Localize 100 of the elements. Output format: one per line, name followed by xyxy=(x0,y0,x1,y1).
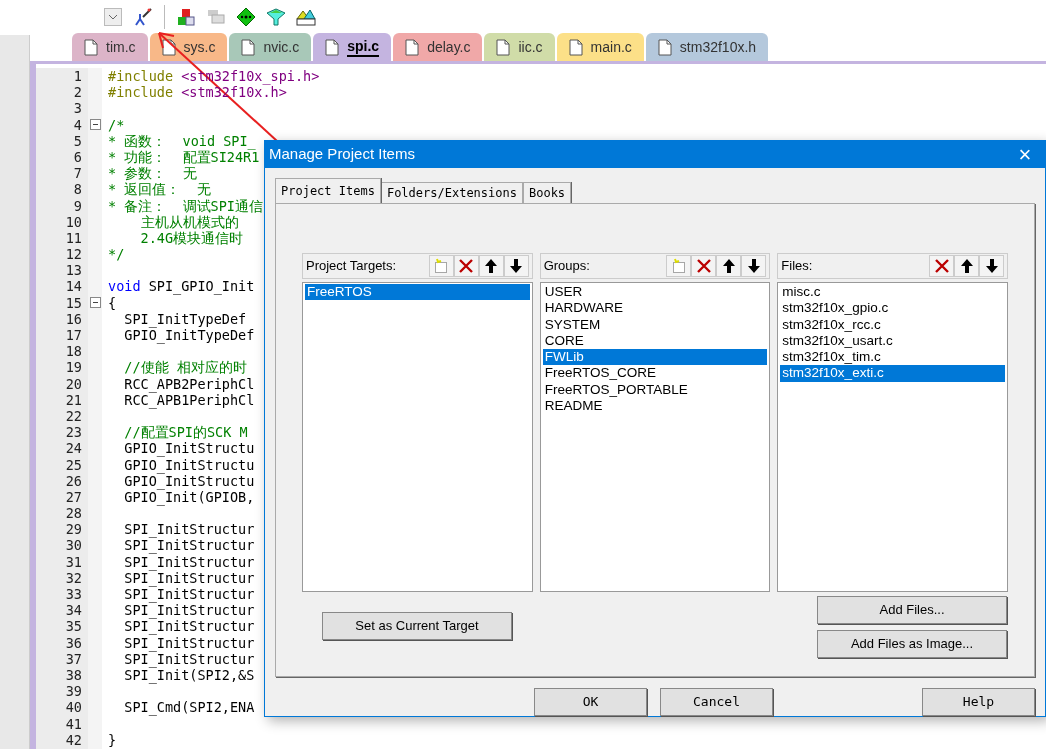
document-icon xyxy=(241,38,256,56)
delete-icon xyxy=(695,258,712,274)
dialog-tab[interactable]: Folders/Extensions xyxy=(380,182,523,203)
line-number: 9 xyxy=(73,197,82,214)
line-number: 12 xyxy=(65,246,82,263)
list-item[interactable]: stm32f10x_exti.c xyxy=(780,365,1005,382)
line-number: 24 xyxy=(65,440,82,457)
window-title: Manage Project Items xyxy=(269,144,416,165)
code-line: GPIO_InitStructu xyxy=(123,440,255,457)
code-line: SPI_Cmd(SPI2,ENA xyxy=(123,699,255,716)
list-label: Files: xyxy=(781,257,814,276)
line-number: 40 xyxy=(65,699,82,716)
line-number: 33 xyxy=(65,586,82,603)
document-icon xyxy=(496,38,511,56)
code-line: * 函数： void SPI_ xyxy=(108,132,256,149)
arrow-up-icon xyxy=(721,258,736,274)
list-item[interactable]: FWLib xyxy=(542,349,768,366)
delete-button[interactable] xyxy=(691,255,717,277)
list-item[interactable]: README xyxy=(542,398,768,415)
close-button[interactable]: × xyxy=(1005,141,1045,168)
code-line: GPIO_InitTypeDef xyxy=(123,327,255,344)
code-line: SPI_InitStructur xyxy=(123,537,255,554)
collapse-icon[interactable] xyxy=(89,119,101,131)
move-down-button[interactable] xyxy=(741,255,767,277)
file-tab[interactable]: iic.c xyxy=(484,33,555,61)
dialog-tab[interactable]: Books xyxy=(522,182,572,203)
list-item[interactable]: SYSTEM xyxy=(542,316,768,333)
code-line: RCC_APB2PeriphCl xyxy=(123,375,255,392)
line-number: 1 xyxy=(73,68,82,85)
code-line: //使能 相对应的时 xyxy=(123,359,247,376)
line-number: 34 xyxy=(65,602,82,619)
add-image-button[interactable]: Add Files as Image... xyxy=(817,630,1007,658)
file-tab[interactable]: sys.c xyxy=(149,33,228,61)
document-icon xyxy=(84,38,98,56)
line-number: 23 xyxy=(65,424,82,441)
file-tab[interactable]: delay.c xyxy=(393,33,483,61)
code-line: SPI_Init(SPI2,&S xyxy=(123,666,255,684)
new-item-icon xyxy=(670,258,687,274)
code-line: GPIO_InitStructu xyxy=(123,472,255,489)
code-line: GPIO_Init(GPIOB, xyxy=(123,488,255,506)
line-number: 36 xyxy=(65,634,82,651)
code-line: void SPI_GPIO_Init xyxy=(108,278,255,295)
code-line: } xyxy=(108,731,117,748)
collapse-icon[interactable] xyxy=(89,297,101,309)
line-number: 16 xyxy=(65,310,82,327)
line-number: 8 xyxy=(73,181,82,198)
document-icon xyxy=(568,38,583,56)
delete-button[interactable] xyxy=(929,255,954,277)
set-target-button[interactable]: Set as Current Target xyxy=(322,612,512,640)
move-down-button[interactable] xyxy=(503,255,529,277)
list-item[interactable]: FreeRTOS_CORE xyxy=(542,365,768,382)
line-number: 38 xyxy=(65,666,82,684)
line-number: 3 xyxy=(73,100,82,117)
move-up-button[interactable] xyxy=(478,255,504,277)
move-up-button[interactable] xyxy=(954,255,979,277)
delete-button[interactable] xyxy=(453,255,479,277)
file-tab[interactable]: tim.c xyxy=(72,33,148,61)
code-line: * 返回值： 无 xyxy=(108,181,211,198)
document-icon xyxy=(325,38,340,56)
code-line: SPI_InitStructur xyxy=(123,634,255,651)
code-line: 2.4G模块通信时 xyxy=(139,229,244,247)
list-item[interactable]: stm32f10x_rcc.c xyxy=(780,316,1005,333)
code-line: SPI_InitStructur xyxy=(123,569,255,586)
list-item[interactable]: FreeRTOS xyxy=(305,284,530,301)
code-line: * 备注： 调试SPI通信 xyxy=(108,197,263,214)
ok-button[interactable]: OK xyxy=(534,688,647,716)
list-item[interactable]: FreeRTOS_PORTABLE xyxy=(542,381,768,399)
line-number: 32 xyxy=(65,569,82,586)
list-item[interactable]: USER xyxy=(542,284,768,301)
list-item[interactable]: CORE xyxy=(542,332,768,350)
line-number: 25 xyxy=(65,456,82,473)
file-tab[interactable]: stm32f10x.h xyxy=(645,33,769,61)
list-item[interactable]: HARDWARE xyxy=(542,300,768,317)
line-number: 6 xyxy=(73,148,82,166)
list-item[interactable]: stm32f10x_gpio.c xyxy=(780,300,1005,317)
list-item[interactable]: misc.c xyxy=(780,284,1005,301)
line-number: 20 xyxy=(65,375,82,392)
move-down-button[interactable] xyxy=(979,255,1004,277)
line-number: 28 xyxy=(65,505,82,522)
move-up-button[interactable] xyxy=(716,255,742,277)
line-number: 26 xyxy=(65,472,82,489)
line-number: 22 xyxy=(65,407,82,425)
line-number: 30 xyxy=(65,537,82,554)
line-number: 19 xyxy=(65,359,82,376)
list-item[interactable]: stm32f10x_usart.c xyxy=(780,332,1005,350)
arrow-up-icon xyxy=(484,258,499,274)
code-line: SPI_InitStructur xyxy=(123,586,255,603)
help-button[interactable]: Help xyxy=(922,688,1035,716)
file-tab[interactable]: main.c xyxy=(556,33,644,61)
dialog-tab[interactable]: Project Items xyxy=(275,178,381,203)
code-line: SPI_InitStructur xyxy=(123,553,255,570)
cancel-button[interactable]: Cancel xyxy=(660,688,773,716)
line-number: 2 xyxy=(73,84,82,101)
file-tab[interactable]: spi.c xyxy=(313,33,392,61)
file-tab[interactable]: nvic.c xyxy=(229,33,312,61)
arrow-up-icon xyxy=(959,258,974,274)
code-line: /* xyxy=(108,116,125,133)
add-files-button[interactable]: Add Files... xyxy=(817,596,1007,624)
list-item[interactable]: stm32f10x_tim.c xyxy=(780,349,1005,366)
line-number: 13 xyxy=(65,262,82,279)
